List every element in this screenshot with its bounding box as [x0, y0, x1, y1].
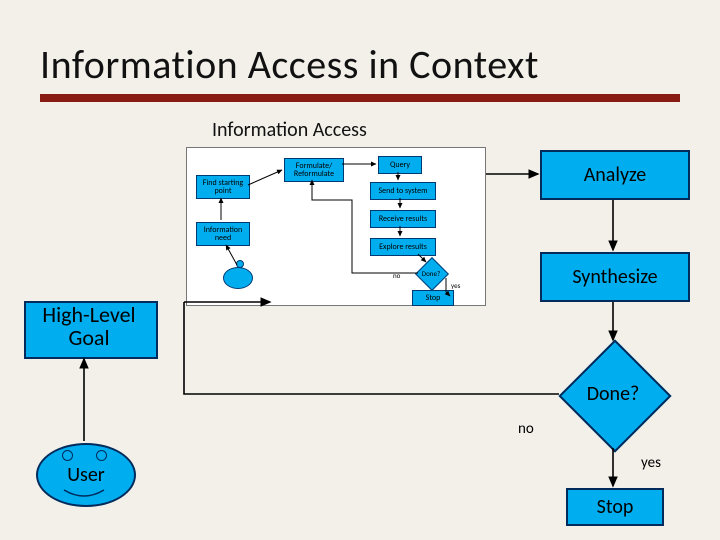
user-eye-right	[96, 450, 107, 461]
inner-node-info-need: Information need	[196, 222, 250, 246]
user-eye-left	[62, 450, 73, 461]
page-title: Information Access in Context	[40, 40, 539, 89]
inner-node-stop: Stop	[412, 290, 454, 306]
edge-label-yes: yes	[641, 454, 661, 472]
node-stop: Stop	[566, 488, 664, 526]
inner-node-formulate: Formulate/ Reformulate	[284, 158, 344, 182]
inner-node-receive: Receive results	[370, 210, 436, 228]
node-synthesize: Synthesize	[540, 252, 690, 302]
node-user: User	[36, 443, 136, 507]
section-label-info-access: Information Access	[212, 118, 367, 142]
inner-node-explore: Explore results	[370, 238, 436, 256]
inner-edge-no: no	[393, 271, 400, 280]
edge-label-no: no	[518, 420, 534, 438]
inner-node-send: Send to system	[370, 182, 436, 200]
inner-node-find-start: Find starting point	[196, 175, 250, 199]
node-high-level-goal: High-Level Goal	[24, 303, 154, 349]
node-analyze: Analyze	[540, 150, 690, 200]
inner-node-query: Query	[378, 156, 422, 174]
title-underline	[40, 94, 680, 102]
decision-done-label: Done?	[559, 382, 667, 406]
node-user-label: User	[67, 463, 105, 487]
node-high-level-goal-text: High-Level Goal	[42, 301, 135, 351]
inner-node-user	[223, 267, 253, 289]
inner-decision-done-label: Done?	[415, 269, 447, 278]
inner-user-head	[236, 260, 244, 268]
inner-edge-yes: yes	[451, 281, 460, 290]
